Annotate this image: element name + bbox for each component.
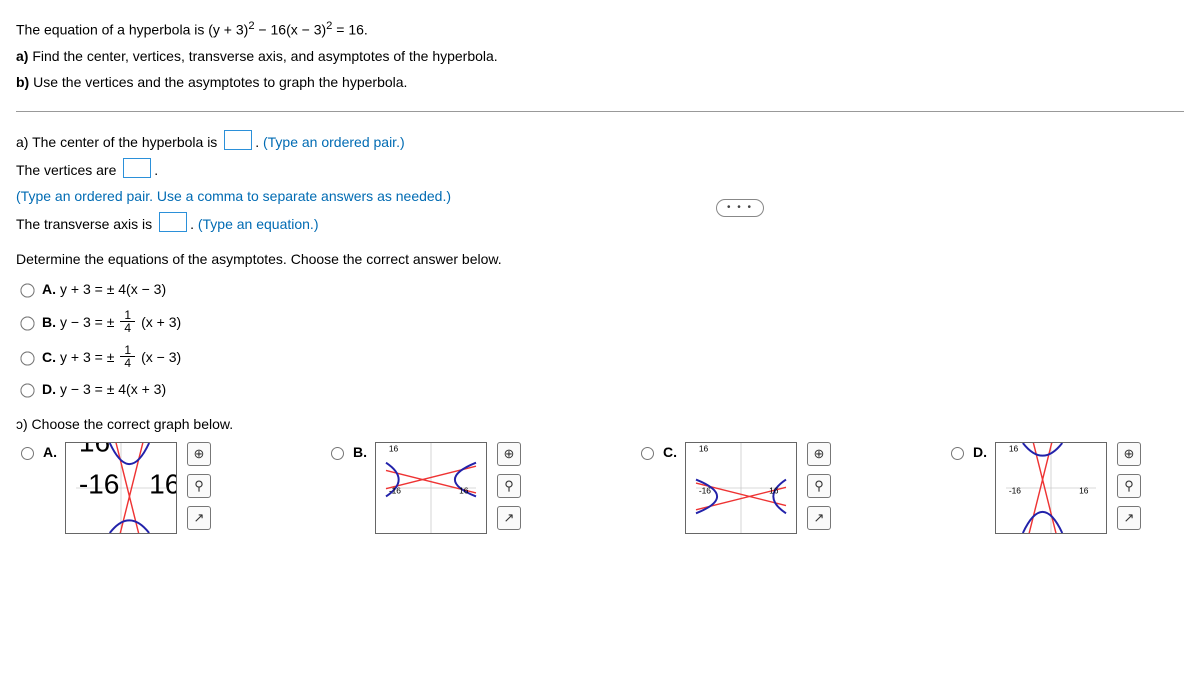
popout-icon[interactable]: ↗ — [807, 506, 831, 530]
vertices-line-1: The vertices are . — [16, 158, 1184, 180]
svg-text:-16: -16 — [699, 486, 711, 496]
asym-label-B: B. y − 3 = ± 14 (x + 3) — [42, 309, 181, 334]
asym-radio-C[interactable] — [20, 351, 34, 365]
vertices-input[interactable] — [123, 158, 151, 178]
asym-label-C: C. y + 3 = ± 14 (x − 3) — [42, 344, 181, 369]
graph-thumb-B[interactable]: 16 16 -16 — [375, 442, 487, 534]
graph-radio-D[interactable] — [951, 447, 964, 460]
graph-prompt: ɔ) Choose the correct graph below. — [16, 414, 1184, 434]
part-b-text: Use the vertices and the asymptotes to g… — [33, 74, 407, 90]
transverse-line: The transverse axis is . (Type an equati… — [16, 212, 1184, 234]
zoom-in-icon[interactable]: ⊕ — [497, 442, 521, 466]
graph-label-D: D. — [973, 442, 987, 462]
graph-label-C: C. — [663, 442, 677, 462]
svg-text:16: 16 — [459, 486, 469, 496]
graph-radio-B[interactable] — [331, 447, 344, 460]
zoom-out-icon[interactable]: ⚲ — [497, 474, 521, 498]
divider — [16, 111, 1184, 112]
part-a-text: Find the center, vertices, transverse ax… — [32, 48, 497, 64]
graph-label-B: B. — [353, 442, 367, 462]
center-input[interactable] — [224, 130, 252, 150]
zoom-out-icon[interactable]: ⚲ — [187, 474, 211, 498]
zoom-out-icon[interactable]: ⚲ — [807, 474, 831, 498]
graph-radio-A[interactable] — [21, 447, 34, 460]
zoom-in-icon[interactable]: ⊕ — [1117, 442, 1141, 466]
svg-text:16: 16 — [389, 443, 399, 453]
more-pill[interactable]: • • • — [716, 199, 764, 218]
graph-thumb-A[interactable]: 16 16 -16 — [65, 442, 177, 534]
popout-icon[interactable]: ↗ — [1117, 506, 1141, 530]
popout-icon[interactable]: ↗ — [497, 506, 521, 530]
zoom-out-icon[interactable]: ⚲ — [1117, 474, 1141, 498]
asym-label-A: A. y + 3 = ± 4(x − 3) — [42, 279, 166, 299]
graph-thumb-C[interactable]: 16 16 -16 — [685, 442, 797, 534]
graph-radio-C[interactable] — [641, 447, 654, 460]
asym-label-D: D. y − 3 = ± 4(x + 3) — [42, 379, 166, 399]
svg-text:-16: -16 — [79, 469, 120, 500]
svg-text:-16: -16 — [1009, 486, 1021, 496]
zoom-in-icon[interactable]: ⊕ — [807, 442, 831, 466]
asym-radio-A[interactable] — [20, 284, 34, 298]
svg-text:16: 16 — [149, 469, 177, 500]
asym-radio-D[interactable] — [20, 384, 34, 398]
svg-text:-16: -16 — [389, 486, 401, 496]
problem-statement: The equation of a hyperbola is (y + 3)2 … — [16, 18, 1184, 93]
asymptote-prompt: Determine the equations of the asymptote… — [16, 249, 1184, 269]
center-line: a) The center of the hyperbola is . (Typ… — [16, 130, 1184, 152]
popout-icon[interactable]: ↗ — [187, 506, 211, 530]
svg-text:16: 16 — [769, 486, 779, 496]
graph-thumb-D[interactable]: 16 16 -16 — [995, 442, 1107, 534]
transverse-hint: (Type an equation.) — [198, 216, 319, 232]
center-hint: (Type an ordered pair.) — [263, 134, 405, 150]
svg-text:16: 16 — [79, 442, 110, 457]
graph-label-A: A. — [43, 442, 57, 462]
svg-text:16: 16 — [1079, 486, 1089, 496]
zoom-in-icon[interactable]: ⊕ — [187, 442, 211, 466]
vertices-hint: (Type an ordered pair. Use a comma to se… — [16, 186, 1184, 206]
asym-radio-B[interactable] — [20, 316, 34, 330]
svg-text:16: 16 — [699, 443, 709, 453]
transverse-input[interactable] — [159, 212, 187, 232]
svg-text:16: 16 — [1009, 443, 1019, 453]
